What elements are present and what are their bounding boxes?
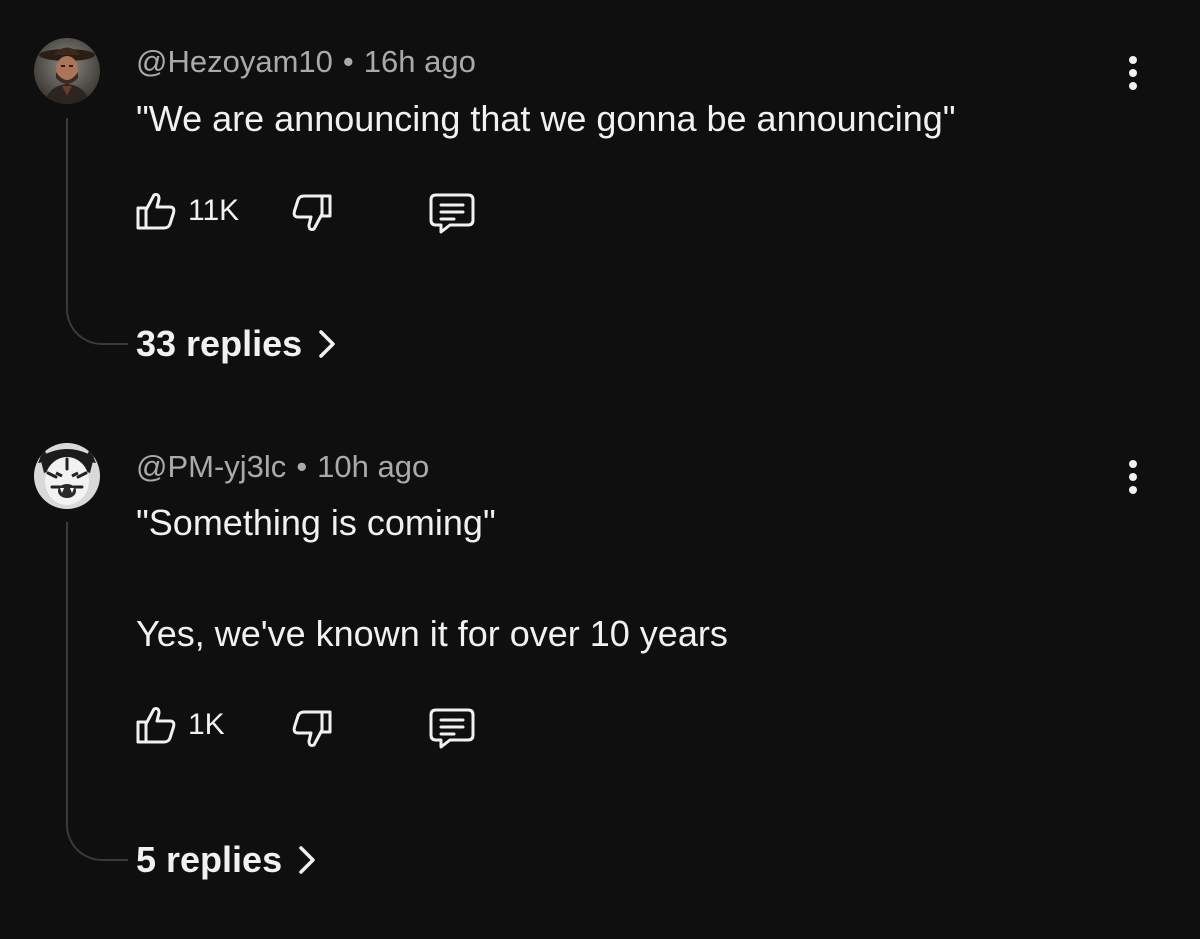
reply-button[interactable] xyxy=(428,191,476,235)
more-options-button[interactable] xyxy=(1116,452,1150,502)
author-name[interactable]: @PM-yj3lc xyxy=(136,449,286,484)
comments-page: @Hezoyam10 • 16h ago "We are announcing th… xyxy=(0,0,1200,939)
chevron-right-icon xyxy=(299,846,315,874)
replies-label: 5 replies xyxy=(136,839,283,880)
reply-button[interactable] xyxy=(428,706,476,750)
like-count: 11K xyxy=(188,194,240,227)
chevron-right-icon xyxy=(319,330,335,358)
timestamp[interactable]: 16h ago xyxy=(364,44,476,79)
reply-bubble-icon xyxy=(429,193,475,234)
thumbs-up-icon xyxy=(136,707,176,744)
avatar[interactable] xyxy=(34,38,100,104)
replies-label: 33 replies xyxy=(136,323,303,364)
tiger-avatar-image xyxy=(34,443,100,509)
like-button[interactable]: 11K xyxy=(134,190,239,232)
more-vertical-icon xyxy=(1129,460,1137,468)
more-vertical-icon xyxy=(1129,56,1137,64)
like-count: 1K xyxy=(188,708,225,741)
timestamp[interactable]: 10h ago xyxy=(317,449,429,484)
comment-text: "Something is coming" xyxy=(136,502,496,543)
dislike-button[interactable] xyxy=(290,708,334,750)
author-name[interactable]: @Hezoyam10 xyxy=(136,44,333,79)
more-dot xyxy=(1129,473,1137,481)
comment-meta: @Hezoyam10 • 16h ago xyxy=(136,46,476,77)
comment-text-line-2: Yes, we've known it for over 10 years xyxy=(136,613,728,654)
comment-meta: @PM-yj3lc • 10h ago xyxy=(136,451,429,482)
more-options-button[interactable] xyxy=(1116,48,1150,98)
thumbs-down-icon xyxy=(292,710,332,747)
thumbs-up-icon xyxy=(136,193,176,230)
dislike-button[interactable] xyxy=(290,192,334,234)
view-replies-button[interactable]: 5 replies xyxy=(136,842,316,878)
meta-separator: • xyxy=(342,44,354,79)
thread-line xyxy=(66,522,128,861)
reply-bubble-icon xyxy=(429,708,475,749)
like-button[interactable]: 1K xyxy=(134,704,225,746)
meta-separator: • xyxy=(296,449,308,484)
more-dot xyxy=(1129,69,1137,77)
thumbs-down-icon xyxy=(292,194,332,231)
cowboy-avatar-image xyxy=(34,38,100,104)
more-dot xyxy=(1129,486,1137,494)
avatar[interactable] xyxy=(34,443,100,509)
more-dot xyxy=(1129,82,1137,90)
thread-line xyxy=(66,118,128,345)
view-replies-button[interactable]: 33 replies xyxy=(136,326,336,362)
comment-text: "We are announcing that we gonna be anno… xyxy=(136,98,956,139)
